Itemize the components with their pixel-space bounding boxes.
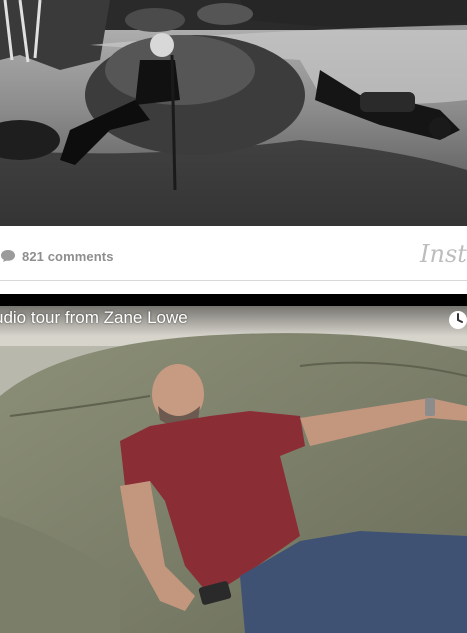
clock-icon[interactable] [448,310,467,330]
comments-link[interactable]: 821 comments [0,248,114,264]
comments-count: 821 comments [22,248,114,264]
video-title-bar: udio tour from Zane Lowe [0,306,467,336]
spacer [0,281,467,294]
instagram-footer: 821 comments Instag [0,226,467,281]
photo-illustration [0,0,467,226]
instagram-logo[interactable]: Instag [420,240,467,268]
embed-page: 821 comments Instag [0,0,467,633]
instagram-photo[interactable] [0,0,467,226]
video-title[interactable]: udio tour from Zane Lowe [0,308,188,328]
comment-bubble-icon [1,250,15,262]
video-frame [0,306,467,633]
video-player[interactable]: udio tour from Zane Lowe [0,306,467,633]
video-top-bar [0,294,467,306]
